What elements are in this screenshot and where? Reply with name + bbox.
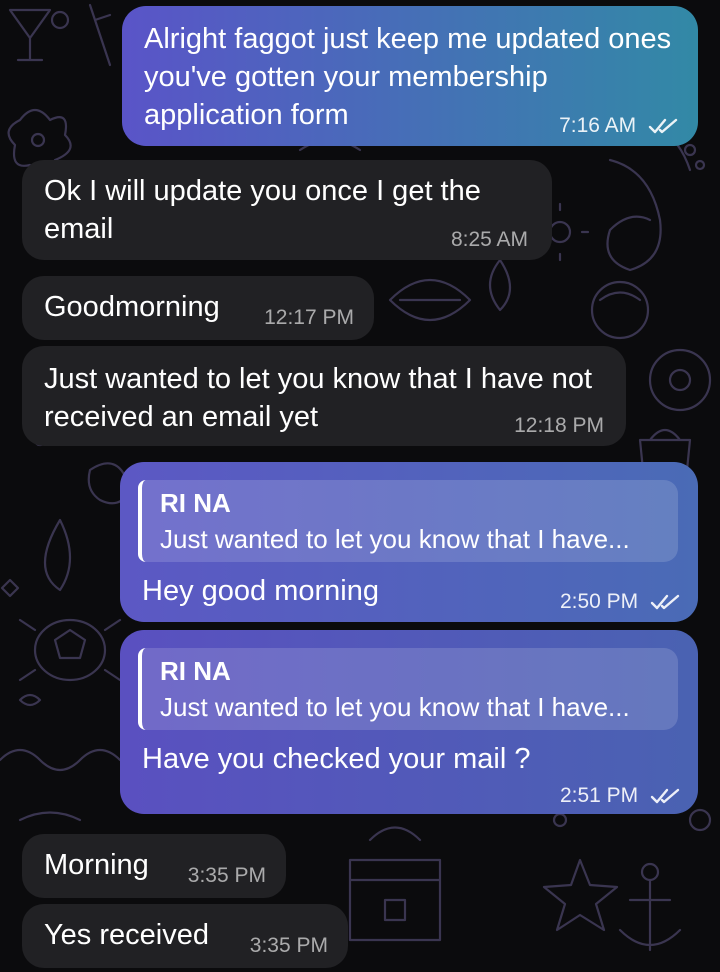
message-time: 3:35 PM bbox=[187, 864, 266, 887]
outgoing-message[interactable]: RI NA Just wanted to let you know that I… bbox=[120, 630, 698, 814]
reply-snippet: Just wanted to let you know that I have.… bbox=[160, 524, 630, 554]
double-check-icon bbox=[650, 595, 680, 610]
incoming-message[interactable]: Goodmorning 12:17 PM bbox=[22, 276, 374, 340]
reply-snippet: Just wanted to let you know that I have.… bbox=[160, 692, 630, 722]
outgoing-message[interactable]: RI NA Just wanted to let you know that I… bbox=[120, 462, 698, 622]
message-text: Hey good morning bbox=[142, 575, 379, 607]
message-meta: 2:51 PM bbox=[560, 784, 682, 808]
message-text: Goodmorning bbox=[44, 291, 220, 323]
message-time: 12:18 PM bbox=[514, 414, 604, 437]
reply-preview[interactable]: RI NA Just wanted to let you know that I… bbox=[138, 648, 678, 730]
incoming-message[interactable]: Morning 3:35 PM bbox=[22, 834, 286, 898]
message-time: 2:51 PM bbox=[559, 784, 639, 807]
reply-sender-name: RI NA bbox=[160, 488, 231, 518]
reply-sender-name: RI NA bbox=[160, 656, 231, 686]
reply-preview[interactable]: RI NA Just wanted to let you know that I… bbox=[138, 480, 678, 562]
message-time: 8:25 AM bbox=[450, 228, 528, 251]
double-check-icon bbox=[648, 119, 678, 134]
incoming-message[interactable]: Yes received 3:35 PM bbox=[22, 904, 348, 968]
incoming-message[interactable]: Just wanted to let you know that I have … bbox=[22, 346, 626, 446]
message-time: 2:50 PM bbox=[559, 590, 639, 613]
chat-history[interactable]: Alright faggot just keep me updated ones… bbox=[0, 0, 720, 972]
message-text: Yes received bbox=[44, 919, 209, 951]
double-check-icon bbox=[650, 789, 680, 804]
message-text: Have you checked your mail ? bbox=[142, 743, 531, 775]
message-meta: 2:50 PM bbox=[560, 590, 682, 614]
message-time: 7:16 AM bbox=[559, 114, 637, 137]
message-time: 3:35 PM bbox=[249, 934, 328, 957]
message-meta: 7:16 AM bbox=[559, 114, 680, 138]
message-time: 12:17 PM bbox=[264, 306, 354, 329]
incoming-message[interactable]: Ok I will update you once I get the emai… bbox=[22, 160, 552, 260]
message-text: Morning bbox=[44, 849, 149, 881]
outgoing-message[interactable]: Alright faggot just keep me updated ones… bbox=[122, 6, 698, 146]
